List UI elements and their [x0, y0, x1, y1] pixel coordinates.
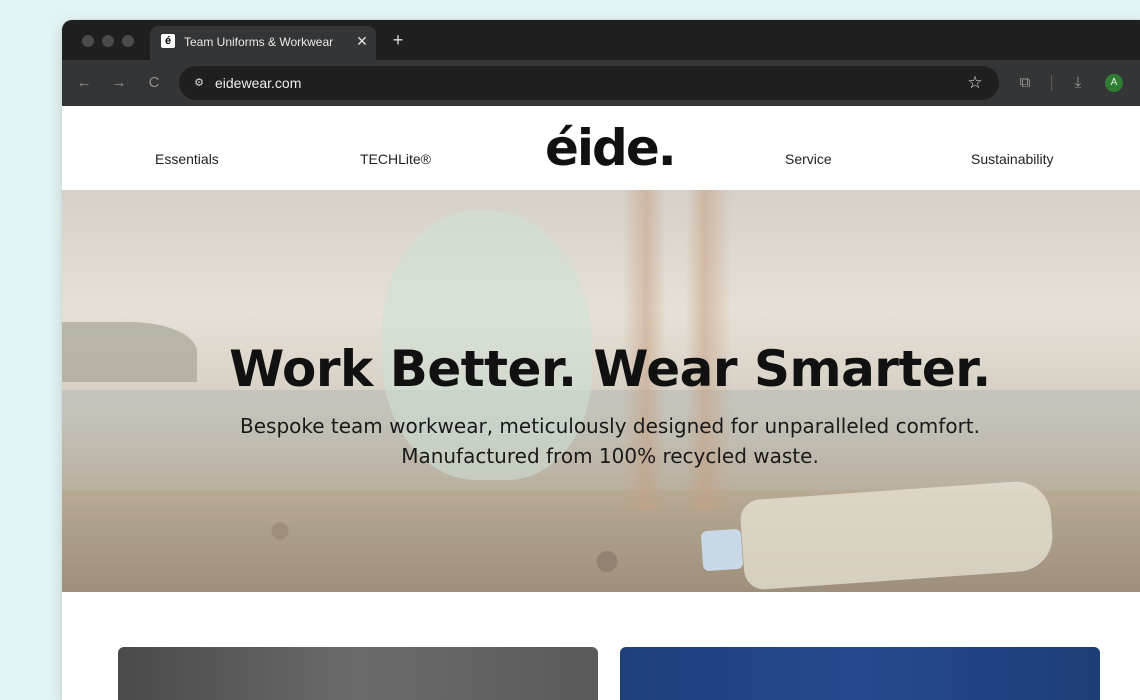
bookmark-star-icon[interactable]: ☆	[965, 73, 985, 93]
nav-link-service[interactable]: Service	[785, 151, 832, 167]
nav-link-essentials[interactable]: Essentials	[155, 151, 219, 167]
nav-link-techlite[interactable]: TECHLite®	[360, 151, 431, 167]
address-bar[interactable]: ⚙ eidewear.com ☆	[179, 66, 999, 100]
extensions-icon[interactable]: ⧉	[1015, 73, 1035, 93]
reload-icon[interactable]: C	[144, 73, 164, 93]
new-tab-button[interactable]: +	[388, 30, 408, 50]
hero-title: Work Better. Wear Smarter.	[229, 340, 991, 398]
browser-toolbar: ← → C ⚙ eidewear.com ☆ ⧉ ⤓ A	[62, 60, 1140, 106]
window-minimize-control[interactable]	[102, 35, 114, 47]
product-card-left[interactable]	[118, 647, 598, 700]
url-text[interactable]: eidewear.com	[215, 75, 301, 91]
site-settings-icon[interactable]: ⚙	[191, 75, 207, 91]
back-arrow-icon[interactable]: ←	[74, 73, 94, 93]
profile-avatar[interactable]: A	[1105, 74, 1123, 92]
browser-tab-active[interactable]: é Team Uniforms & Workwear C ✕	[150, 26, 376, 60]
hero-subtitle-line-2: Manufactured from 100% recycled waste.	[401, 444, 819, 468]
product-card-right[interactable]	[620, 647, 1100, 700]
site-logo[interactable]: éide.	[545, 120, 677, 176]
hero-image-bottle-cap	[700, 528, 744, 572]
hero-banner: Work Better. Wear Smarter. Bespoke team …	[62, 190, 1140, 592]
hero-subtitle-line-1: Bespoke team workwear, meticulously desi…	[240, 414, 980, 438]
nav-link-sustainability[interactable]: Sustainability	[971, 151, 1054, 167]
tab-favicon-icon: é	[161, 34, 175, 48]
forward-arrow-icon[interactable]: →	[109, 73, 129, 93]
tab-title: Team Uniforms & Workwear C	[184, 35, 334, 49]
tab-close-icon[interactable]: ✕	[354, 32, 370, 50]
window-zoom-control[interactable]	[122, 35, 134, 47]
toolbar-divider	[1051, 75, 1052, 91]
browser-window: é Team Uniforms & Workwear C ✕ + ← → C ⚙…	[62, 20, 1140, 700]
downloads-icon[interactable]: ⤓	[1068, 73, 1088, 93]
site-header: Essentials TECHLite® éide. Service Susta…	[62, 106, 1140, 190]
tab-bar: é Team Uniforms & Workwear C ✕ +	[62, 20, 1140, 60]
window-close-control[interactable]	[82, 35, 94, 47]
